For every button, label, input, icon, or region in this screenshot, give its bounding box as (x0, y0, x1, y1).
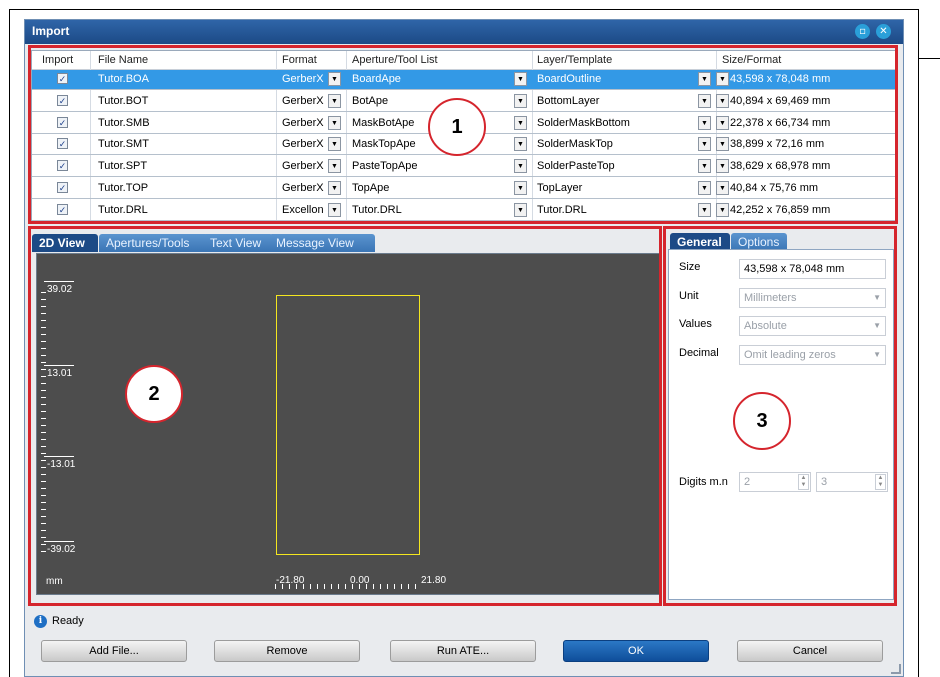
callout-3: 3 (733, 392, 791, 450)
status-text: Ready (52, 615, 84, 627)
add-file-button[interactable]: Add File... (41, 640, 187, 662)
callout-2: 2 (125, 365, 183, 423)
title-bar: Import ▫ ✕ (25, 20, 903, 44)
remove-button[interactable]: Remove (214, 640, 360, 662)
info-icon: i (34, 615, 47, 628)
restore-icon[interactable]: ▫ (855, 24, 870, 39)
highlight-region-2 (28, 226, 662, 606)
ok-button[interactable]: OK (563, 640, 709, 662)
import-dialog: Import ▫ ✕ Import File Name Format Apert… (24, 19, 904, 677)
callout-1: 1 (428, 98, 486, 156)
cancel-button[interactable]: Cancel (737, 640, 883, 662)
run-ate-button[interactable]: Run ATE... (390, 640, 536, 662)
document-rule (918, 58, 940, 59)
window-title: Import (32, 24, 70, 38)
close-icon[interactable]: ✕ (876, 24, 891, 39)
resize-grip-icon[interactable] (891, 664, 901, 674)
